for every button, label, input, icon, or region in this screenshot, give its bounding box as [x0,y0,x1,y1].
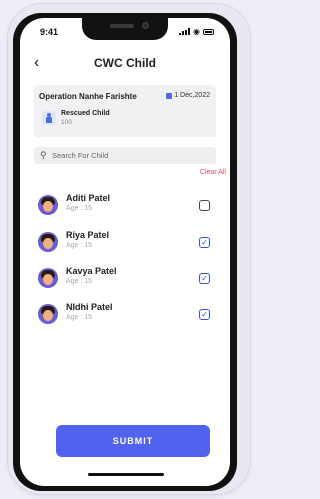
child-name: Aditi Patel [66,193,111,203]
operation-date-text: 1 Dec,2022 [174,92,210,99]
search-icon: ⚲ [40,150,47,160]
app-screen: 9:41 ◉ ‹ CWC Child Operation Nanhe Faris… [20,18,230,486]
child-name: NIdhi Patel [66,302,113,312]
avatar [38,268,58,288]
status-icons: ◉ [179,27,214,36]
status-time: 9:41 [40,27,59,37]
child-row[interactable]: Kavya Patel Age : 15 ✓ [34,264,216,294]
submit-button[interactable]: SUBMIT [56,425,210,457]
operation-date: 1 Dec,2022 [166,92,210,99]
child-checkbox[interactable]: ✓ [199,309,210,320]
calendar-icon [166,92,173,99]
avatar [38,304,58,324]
child-row[interactable]: Aditi Patel Age : 15 [34,191,216,221]
avatar [38,232,58,252]
clear-all-button[interactable]: Clear All [200,169,226,176]
camera [142,22,149,29]
child-name: Riya Patel [66,230,110,240]
child-age: Age : 15 [66,278,93,285]
wifi-icon: ◉ [193,27,200,36]
child-checkbox[interactable]: ✓ [199,273,210,284]
rescued-count: 100 [61,119,72,126]
header: ‹ CWC Child [20,54,230,74]
avatar [38,195,58,215]
search-input[interactable]: ⚲ Search For Child [34,147,216,164]
home-indicator [88,473,164,476]
operation-name: Operation Nanhe Farishte [39,92,137,101]
child-age: Age : 15 [66,314,93,321]
battery-icon [203,28,214,35]
rescued-label: Rescued Child [61,110,110,117]
signal-icon [179,28,191,35]
operation-card: Operation Nanhe Farishte 1 Dec,2022 Resc… [34,85,216,137]
child-age: Age : 15 [66,242,93,249]
search-placeholder: Search For Child [52,151,109,160]
page-title: CWC Child [94,56,156,70]
child-checkbox[interactable]: ✓ [199,237,210,248]
speaker [110,24,134,28]
notch [82,18,168,40]
child-row[interactable]: NIdhi Patel Age : 15 ✓ [34,300,216,330]
child-age: Age : 15 [66,205,93,212]
child-icon [42,111,56,125]
child-name: Kavya Patel [66,266,117,276]
child-checkbox[interactable] [199,200,210,211]
child-row[interactable]: Riya Patel Age : 15 ✓ [34,228,216,258]
